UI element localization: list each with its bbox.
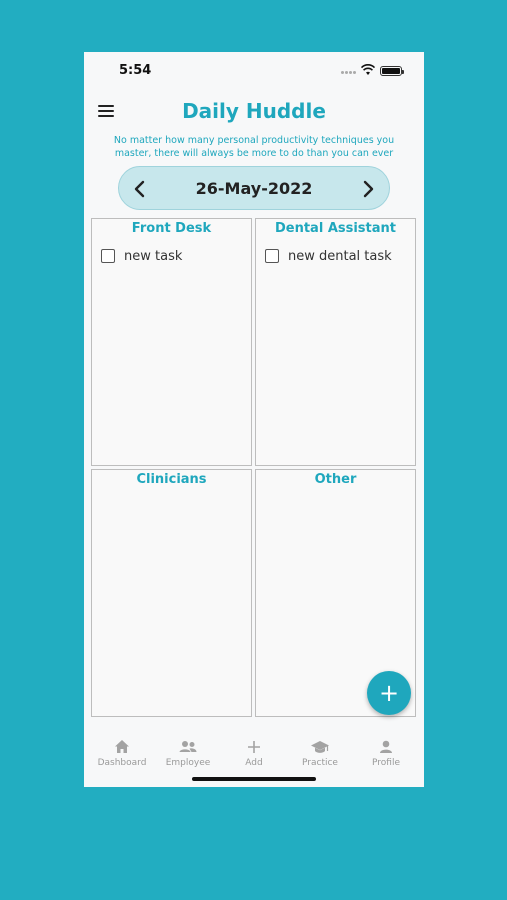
task-label: new dental task bbox=[288, 248, 392, 264]
chevron-left-icon[interactable] bbox=[129, 178, 151, 200]
panel-title: Clinicians bbox=[136, 472, 207, 487]
date-navigator: 26-May-2022 bbox=[118, 166, 390, 210]
plus-icon: + bbox=[378, 679, 400, 707]
home-indicator bbox=[192, 777, 316, 781]
task-item[interactable]: new task bbox=[101, 248, 182, 264]
panel-dental-assistant: Dental Assistant new dental task bbox=[255, 218, 416, 466]
add-task-button[interactable]: + bbox=[367, 671, 411, 715]
nav-profile[interactable]: Profile bbox=[352, 738, 420, 768]
nav-employee[interactable]: Employee bbox=[154, 738, 222, 768]
nav-label: Add bbox=[245, 758, 263, 768]
panel-title: Other bbox=[314, 472, 357, 487]
nav-label: Profile bbox=[372, 758, 400, 768]
nav-dashboard[interactable]: Dashboard bbox=[88, 738, 156, 768]
panel-clinicians: Clinicians bbox=[91, 469, 252, 717]
battery-icon bbox=[380, 66, 404, 76]
graduation-cap-icon bbox=[311, 741, 329, 753]
phone-screen: 5:54 Daily Huddle No matter how many per… bbox=[84, 52, 424, 787]
nav-practice[interactable]: Practice bbox=[286, 738, 354, 768]
home-icon bbox=[115, 740, 129, 753]
current-date[interactable]: 26-May-2022 bbox=[159, 179, 349, 198]
plus-icon bbox=[248, 741, 260, 753]
status-bar: 5:54 bbox=[84, 52, 424, 92]
nav-add[interactable]: Add bbox=[220, 738, 288, 768]
task-checkbox[interactable] bbox=[265, 249, 279, 263]
cellular-signal-icon bbox=[341, 71, 357, 75]
people-icon bbox=[179, 741, 197, 752]
panel-title: Front Desk bbox=[131, 221, 212, 236]
task-label: new task bbox=[124, 248, 183, 264]
person-icon bbox=[380, 740, 392, 753]
task-item[interactable]: new dental task bbox=[265, 248, 392, 264]
page-title: Daily Huddle bbox=[182, 99, 326, 123]
nav-label: Practice bbox=[302, 758, 338, 768]
chevron-right-icon[interactable] bbox=[357, 178, 379, 200]
status-time: 5:54 bbox=[119, 63, 152, 78]
task-checkbox[interactable] bbox=[101, 249, 115, 263]
panel-title: Dental Assistant bbox=[274, 221, 397, 236]
nav-label: Employee bbox=[165, 758, 211, 768]
panel-front-desk: Front Desk new task bbox=[91, 218, 252, 466]
wifi-icon bbox=[361, 64, 375, 75]
nav-label: Dashboard bbox=[97, 758, 147, 768]
productivity-quote: No matter how many personal productivity… bbox=[113, 135, 395, 159]
